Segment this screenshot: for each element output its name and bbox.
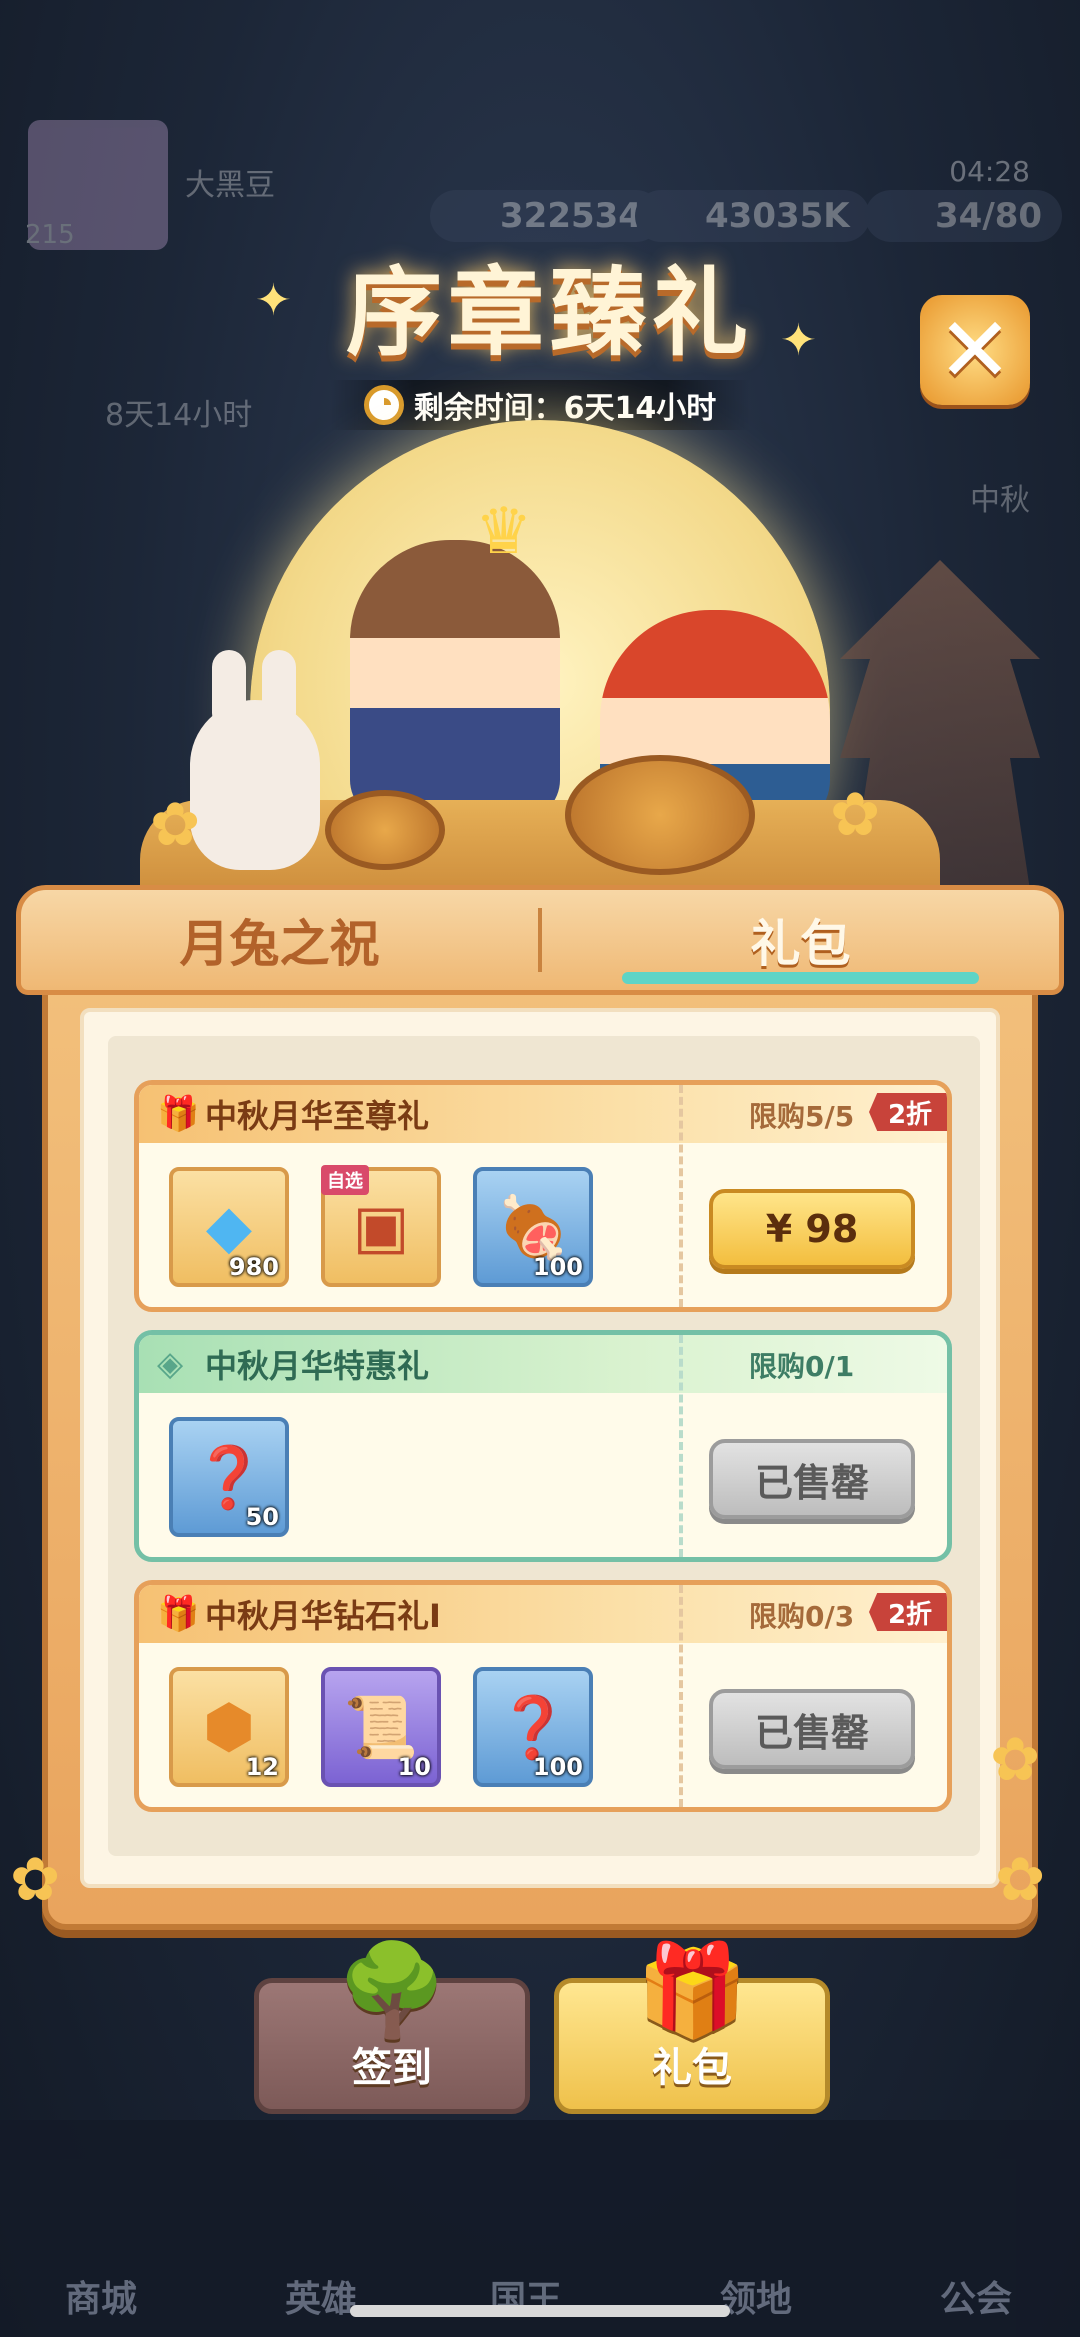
item-count: 100: [532, 1753, 583, 1781]
flower-icon: ✿: [995, 1845, 1046, 1915]
item-count: 10: [397, 1753, 431, 1781]
pack-header: 🎁 中秋月华钻石礼Ⅰ 限购0/3: [139, 1585, 947, 1643]
purchase-limit: 限购5/5: [749, 1100, 855, 1133]
tree-icon: 🌳: [335, 1938, 449, 2043]
gift-box-icon: 🎁: [635, 1938, 749, 2043]
crown-icon: ♛: [475, 495, 533, 569]
card-divider: [679, 1085, 683, 1307]
sign-in-button[interactable]: 🌳 签到: [254, 1938, 530, 2114]
close-button[interactable]: ✕: [920, 295, 1030, 405]
mooncake-icon: [565, 755, 755, 875]
mooncake-icon: [325, 790, 445, 870]
card-divider: [679, 1585, 683, 1807]
tab-bar: 月兔之祝 礼包: [16, 885, 1064, 995]
discount-badge: 2折: [869, 1593, 947, 1631]
item-count: 50: [245, 1503, 279, 1531]
diamond-icon: ◆: [205, 1192, 253, 1262]
home-indicator[interactable]: [350, 2305, 730, 2317]
mystery-orb-icon: ❓: [191, 1442, 267, 1513]
pack-title: 中秋月华至尊礼: [205, 1097, 430, 1135]
event-timer-bg: 8天14小时: [105, 398, 253, 433]
sparkle-icon: ✦: [255, 275, 292, 326]
sign-in-label: 签到: [352, 2045, 432, 2091]
nav-item-shop: 商城: [65, 2279, 138, 2320]
clock-icon: [363, 385, 404, 425]
item-row: ❓ 50: [169, 1417, 289, 1537]
chest-icon: ▣: [352, 1192, 410, 1262]
clock-text: 04:28: [949, 155, 1030, 188]
nav-item-guild: 公会: [940, 2279, 1013, 2320]
nav-item-territory: 领地: [720, 2279, 793, 2320]
mystery-orb-icon: ❓: [495, 1692, 571, 1763]
tab-label: 礼包: [750, 915, 851, 973]
sold-out-button[interactable]: 已售罄: [709, 1439, 915, 1519]
tab-moon-rabbit-blessing[interactable]: 月兔之祝: [21, 890, 538, 990]
item-row: ◆ 980 自选 ▣ 🍖 100: [169, 1165, 593, 1287]
buy-button[interactable]: ¥ 98: [709, 1189, 915, 1269]
tab-gift-packs[interactable]: 礼包: [542, 890, 1059, 990]
close-icon: ✕: [937, 297, 1013, 403]
gift-pack-button[interactable]: 🎁 礼包: [554, 1938, 830, 2114]
purchase-limit: 限购0/1: [749, 1350, 855, 1383]
item-slot[interactable]: 自选 ▣: [321, 1165, 441, 1287]
item-slot[interactable]: 📜 10: [321, 1667, 441, 1787]
sparkle-icon: ✦: [780, 315, 817, 366]
item-slot[interactable]: 🍖 100: [473, 1167, 593, 1287]
sold-out-button[interactable]: 已售罄: [709, 1689, 915, 1769]
tab-label: 月兔之祝: [179, 915, 380, 973]
item-count: 12: [245, 1753, 279, 1781]
side-label-mid-autumn: 中秋: [970, 483, 1030, 518]
card-divider: [679, 1335, 683, 1557]
discount-badge: 2折: [869, 1093, 947, 1131]
stamina-counter: 34/80: [865, 190, 1063, 242]
player-level: 215: [25, 220, 75, 250]
flower-icon: ✿: [150, 790, 201, 860]
item-slot[interactable]: ❓ 50: [169, 1417, 289, 1537]
item-count: 980: [228, 1253, 279, 1281]
gift-pack-label: 礼包: [652, 2045, 732, 2091]
meat-icon: 🍖: [495, 1192, 571, 1263]
purchase-limit: 限购0/3: [749, 1600, 855, 1633]
active-tab-indicator: [622, 972, 979, 984]
pack-title: 中秋月华钻石礼Ⅰ: [205, 1597, 441, 1635]
pack-header: 🎁 中秋月华至尊礼 限购5/5: [139, 1085, 947, 1143]
item-count: 100: [532, 1253, 583, 1281]
event-title: 序章臻礼: [346, 257, 754, 369]
item-row: ⬢ 12 📜 10 ❓ 100: [169, 1667, 593, 1787]
item-slot[interactable]: ⬢ 12: [169, 1667, 289, 1787]
nav-item-heroes: 英雄: [285, 2279, 358, 2320]
flower-icon: ✿: [990, 1725, 1041, 1795]
pack-card: 🎁 中秋月华钻石礼Ⅰ 限购0/3 2折 ⬢ 12 📜 10 ❓ 100 已售罄: [134, 1580, 952, 1812]
pack-title: 中秋月华特惠礼: [205, 1347, 430, 1385]
flower-icon: ✿: [10, 1845, 61, 1915]
pack-card: ◈ 中秋月华特惠礼 限购0/1 ❓ 50 已售罄: [134, 1330, 952, 1562]
optional-tag: 自选: [321, 1165, 369, 1195]
player-name: 大黑豆: [185, 168, 275, 203]
rabbit-illustration: [190, 650, 320, 870]
gift-icon: 🎁: [157, 1594, 200, 1634]
gift-icon: 🎁: [157, 1094, 200, 1134]
pack-header: ◈ 中秋月华特惠礼 限购0/1: [139, 1335, 947, 1393]
diamond-outline-icon: ◈: [157, 1344, 184, 1384]
flower-icon: ✿: [830, 780, 881, 850]
pack-card: 🎁 中秋月华至尊礼 限购5/5 2折 ◆ 980 自选 ▣ 🍖 100 ¥ 98: [134, 1080, 952, 1312]
king-hero-illustration: [350, 540, 560, 820]
item-slot[interactable]: ❓ 100: [473, 1667, 593, 1787]
scroll-icon: 📜: [343, 1692, 419, 1763]
item-slot[interactable]: ◆ 980: [169, 1167, 289, 1287]
crystal-icon: ⬢: [202, 1692, 256, 1762]
